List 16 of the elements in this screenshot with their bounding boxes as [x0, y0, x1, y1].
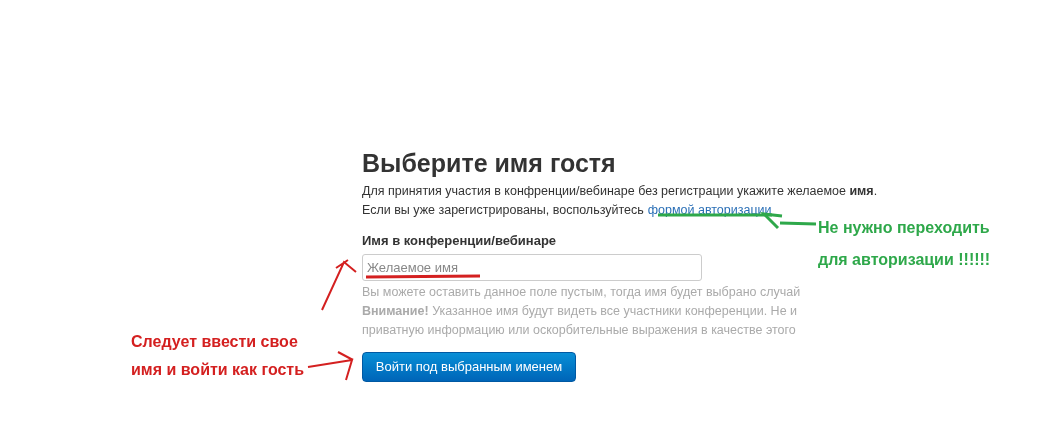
hint-text: приватную информацию или оскорбительные выражения в качестве этого [362, 322, 796, 339]
intro-text: Для принятия участия в конфренции/вебинаре без регистрации укажите желаемое имя. [362, 183, 879, 200]
field-label: Имя в конференции/вебинаре [362, 232, 558, 250]
submit-button[interactable]: Войти под выбранным именем [362, 352, 576, 382]
hint-text: Внимание! Указанное имя будут видеть все участники конференции. Не и [362, 303, 798, 320]
arrow-drawing [307, 351, 354, 381]
name-input-field[interactable]: Желаемое имя [362, 254, 702, 281]
login-text: Если вы уже зарегистрированы, воспользуйтесь [362, 202, 644, 219]
annotation-text: для авторизации !!!!!! [818, 250, 991, 270]
annotation-text: Следует ввести свое [131, 332, 298, 352]
annotation-text: имя и войти как гость [131, 360, 305, 380]
arrow-drawing [321, 259, 357, 311]
annotation-text: Не нужно переходить [818, 218, 990, 238]
login-link[interactable]: формой авторизации [647, 201, 772, 220]
page-heading: Выберите имя гостя [362, 148, 617, 178]
hint-text: Вы можете оставить данное поле пустым, тогда имя будет выбрано случай [362, 284, 801, 301]
